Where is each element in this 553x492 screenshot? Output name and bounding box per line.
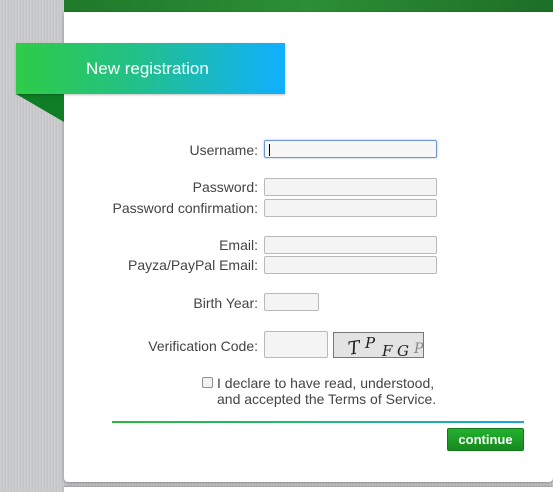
captcha-char: T — [346, 337, 362, 358]
terms-checkbox[interactable] — [202, 377, 213, 388]
continue-button[interactable]: continue — [447, 428, 524, 451]
payza-paypal-email-label: Payza/PayPal Email: — [128, 257, 258, 273]
password-confirmation-label: Password confirmation: — [112, 200, 258, 216]
top-green-bar — [64, 0, 553, 12]
birth-year-label: Birth Year: — [193, 295, 258, 311]
next-card-edge — [64, 487, 553, 492]
password-label: Password: — [192, 179, 258, 195]
password-input[interactable] — [264, 178, 437, 196]
email-input[interactable] — [264, 236, 437, 254]
captcha-char: G — [397, 342, 409, 358]
username-label: Username: — [189, 142, 258, 158]
form-divider — [112, 421, 524, 423]
username-input[interactable] — [264, 140, 437, 158]
captcha-image: T P F G P — [333, 332, 424, 358]
ribbon-fold — [16, 94, 64, 122]
captcha-char: F — [382, 342, 393, 358]
terms-line-2: and accepted the Terms of Service. — [217, 391, 437, 407]
page-title: New registration — [86, 59, 209, 78]
verification-code-input[interactable] — [264, 331, 328, 358]
terms-line-1: I declare to have read, understood, — [217, 375, 435, 391]
terms-text: I declare to have read, understood, and … — [217, 375, 436, 407]
page-title-ribbon: New registration — [16, 43, 285, 94]
birth-year-input[interactable] — [264, 293, 319, 311]
captcha-char: P — [414, 341, 424, 357]
verification-code-label: Verification Code: — [148, 338, 258, 354]
payza-paypal-email-input[interactable] — [264, 256, 437, 274]
captcha-char: P — [365, 334, 376, 352]
password-confirmation-input[interactable] — [264, 199, 437, 217]
email-label: Email: — [219, 237, 258, 253]
text-caret — [269, 144, 270, 156]
